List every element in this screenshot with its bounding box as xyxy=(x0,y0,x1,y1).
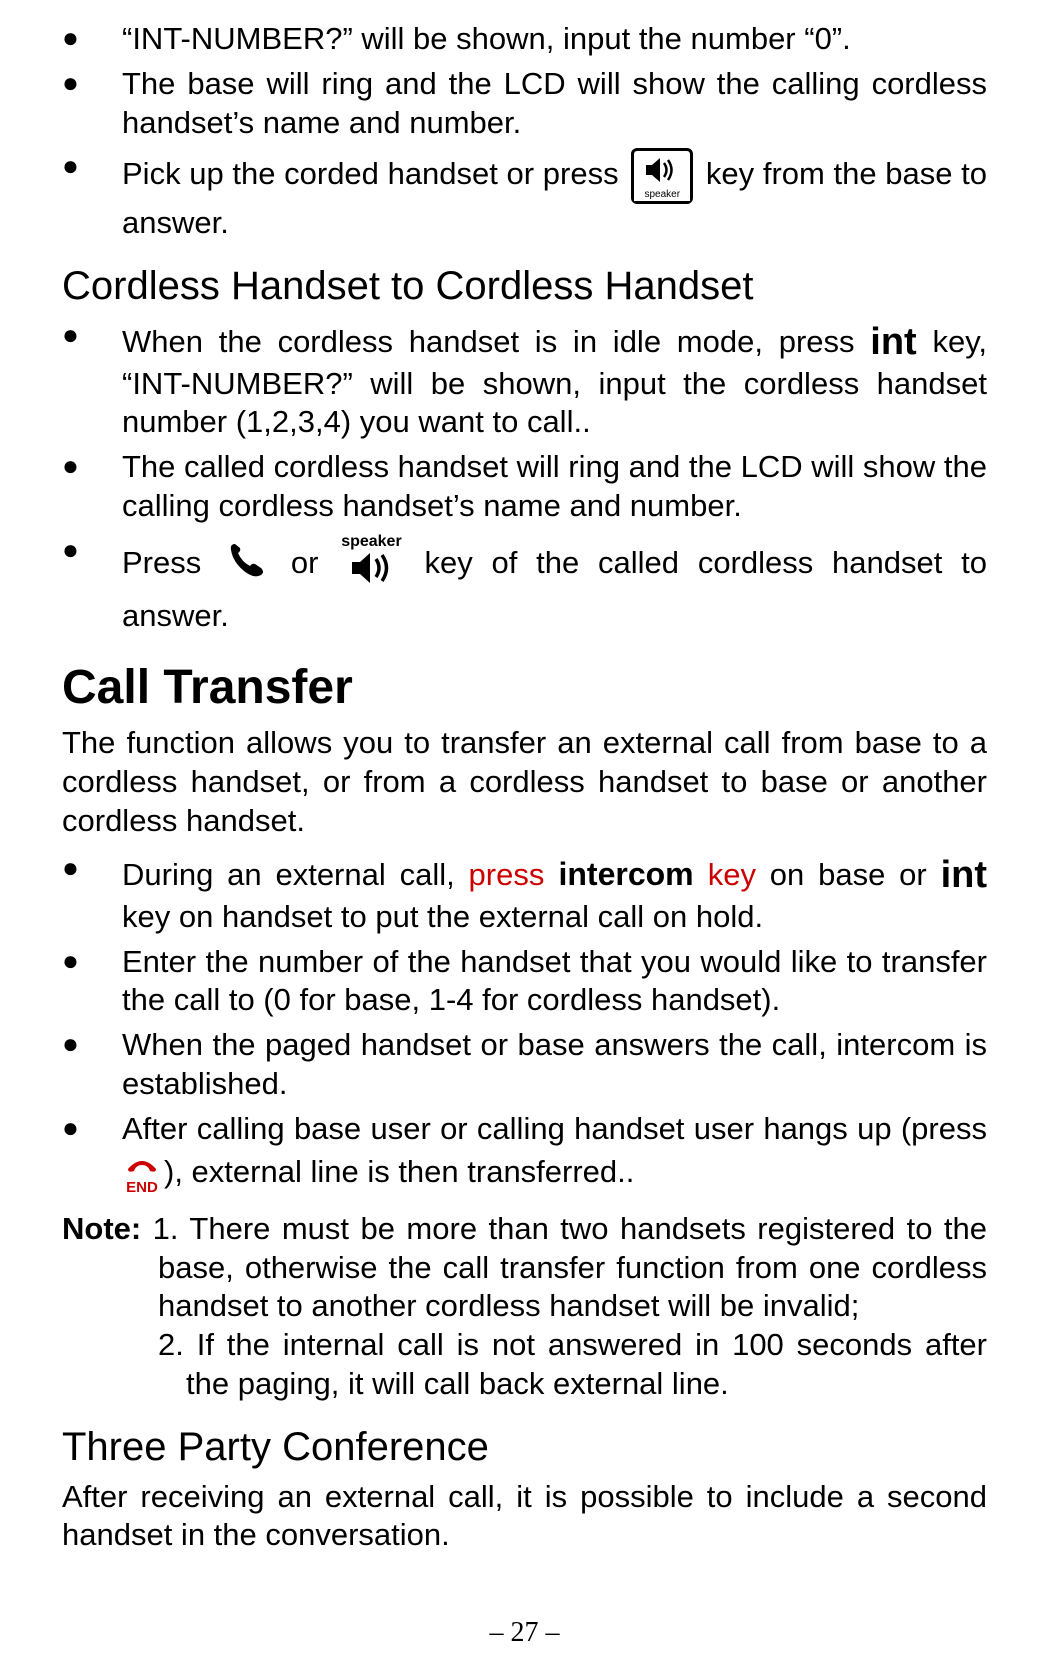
text: or xyxy=(291,545,337,580)
list-handset-to-base: “INT-NUMBER?” will be shown, input the n… xyxy=(62,20,987,243)
note-label: Note: xyxy=(62,1211,153,1246)
text: Enter the number of the handset that you… xyxy=(122,944,987,1018)
intercom-key-icon: intercom xyxy=(544,856,707,892)
text: key on handset to put the external call … xyxy=(122,899,763,934)
text: When the cordless handset is in idle mod… xyxy=(122,324,870,359)
talk-key-icon xyxy=(224,538,268,592)
list-item: During an external call, press intercom … xyxy=(62,850,987,936)
call-transfer-intro: The function allows you to transfer an e… xyxy=(62,724,987,840)
red-text-key: key xyxy=(708,857,756,892)
base-speaker-key-label: speaker xyxy=(634,189,690,202)
page-content: “INT-NUMBER?” will be shown, input the n… xyxy=(0,0,1049,1680)
note-block: Note: 1. There must be more than two han… xyxy=(62,1210,987,1404)
three-party-intro: After receiving an external call, it is … xyxy=(62,1478,987,1556)
text: After calling base user or calling hands… xyxy=(122,1111,987,1146)
end-key-label: END xyxy=(122,1179,162,1198)
list-item: The called cordless handset will ring an… xyxy=(62,448,987,526)
heading-three-party: Three Party Conference xyxy=(62,1422,987,1472)
text: ), external line is then transferred.. xyxy=(164,1154,634,1189)
list-item: “INT-NUMBER?” will be shown, input the n… xyxy=(62,20,987,59)
red-text-press: press xyxy=(469,857,545,892)
note-text-1: 1. There must be more than two handsets … xyxy=(153,1211,987,1324)
text: The called cordless handset will ring an… xyxy=(122,449,987,523)
list-item: Press or speaker key of the called cordl… xyxy=(62,532,987,637)
list-item: Enter the number of the handset that you… xyxy=(62,943,987,1021)
base-speaker-key-icon: speaker xyxy=(631,148,693,204)
page-number: – 27 – xyxy=(62,1615,987,1650)
heading-call-transfer: Call Transfer xyxy=(62,658,987,718)
text: The base will ring and the LCD will show… xyxy=(122,66,987,140)
int-key-icon: int xyxy=(870,321,916,363)
text: “INT-NUMBER?” will be shown, input the n… xyxy=(122,21,851,56)
speaker-key-icon: speaker xyxy=(341,532,402,598)
list-item: Pick up the corded handset or press spea… xyxy=(62,148,987,243)
note-text-2: 2. If the internal call is not answered … xyxy=(62,1326,987,1404)
list-item: When the paged handset or base answers t… xyxy=(62,1026,987,1104)
list-item: The base will ring and the LCD will show… xyxy=(62,65,987,143)
text: During an external call, xyxy=(122,857,469,892)
list-call-transfer: During an external call, press intercom … xyxy=(62,850,987,1200)
list-item: When the cordless handset is in idle mod… xyxy=(62,317,987,442)
int-key-icon: int xyxy=(941,854,987,896)
list-cordless-to-cordless: When the cordless handset is in idle mod… xyxy=(62,317,987,636)
text: Press xyxy=(122,545,220,580)
text: on base or xyxy=(756,857,941,892)
list-item: After calling base user or calling hands… xyxy=(62,1110,987,1200)
text-before-icon: Pick up the corded handset or press xyxy=(122,156,627,191)
end-key-icon: END xyxy=(122,1146,162,1198)
heading-cordless-to-cordless: Cordless Handset to Cordless Handset xyxy=(62,261,987,311)
text: When the paged handset or base answers t… xyxy=(122,1027,987,1101)
